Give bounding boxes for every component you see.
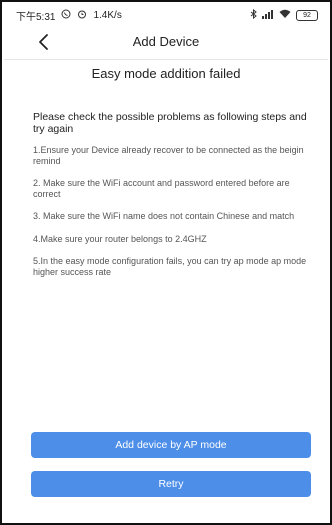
intro-text: Please check the possible problems as fo…: [33, 111, 307, 135]
bluetooth-icon: [250, 8, 257, 21]
alarm-icon: [77, 9, 87, 22]
step-item: 3. Make sure the WiFi name does not cont…: [33, 211, 295, 221]
signal-icon: [262, 9, 274, 21]
step-item: 1.Ensure your Device already recover to …: [33, 145, 304, 166]
step-item: 5.In the easy mode configuration fails, …: [33, 256, 307, 277]
app-screen: 下午5:31 1.4K/s 92 Add Device Easy mode ad…: [0, 0, 332, 525]
battery-icon: 92: [296, 9, 318, 21]
status-bar-left: 下午5:31 1.4K/s: [16, 8, 122, 23]
retry-button[interactable]: Retry: [31, 471, 311, 497]
status-bar-right: 92: [250, 8, 318, 21]
wifi-icon: [279, 9, 291, 21]
step-item: 4.Make sure your router belongs to 2.4GH…: [33, 233, 207, 244]
network-speed: 1.4K/s: [93, 9, 122, 21]
failure-heading: Easy mode addition failed: [91, 66, 241, 81]
troubleshooting-content: Please check the possible problems as fo…: [33, 111, 312, 289]
chevron-left-icon[interactable]: [34, 32, 54, 52]
add-by-ap-mode-button[interactable]: Add device by AP mode: [31, 432, 311, 458]
status-bar: 下午5:31 1.4K/s 92: [16, 8, 318, 23]
whatsapp-icon: [61, 9, 71, 22]
battery-level: 92: [303, 11, 311, 19]
status-time: 下午5:31: [16, 11, 56, 23]
step-item: 2. Make sure the WiFi account and passwo…: [33, 178, 290, 199]
nav-bar: Add Device: [4, 24, 328, 60]
page-title: Add Device: [132, 34, 200, 49]
